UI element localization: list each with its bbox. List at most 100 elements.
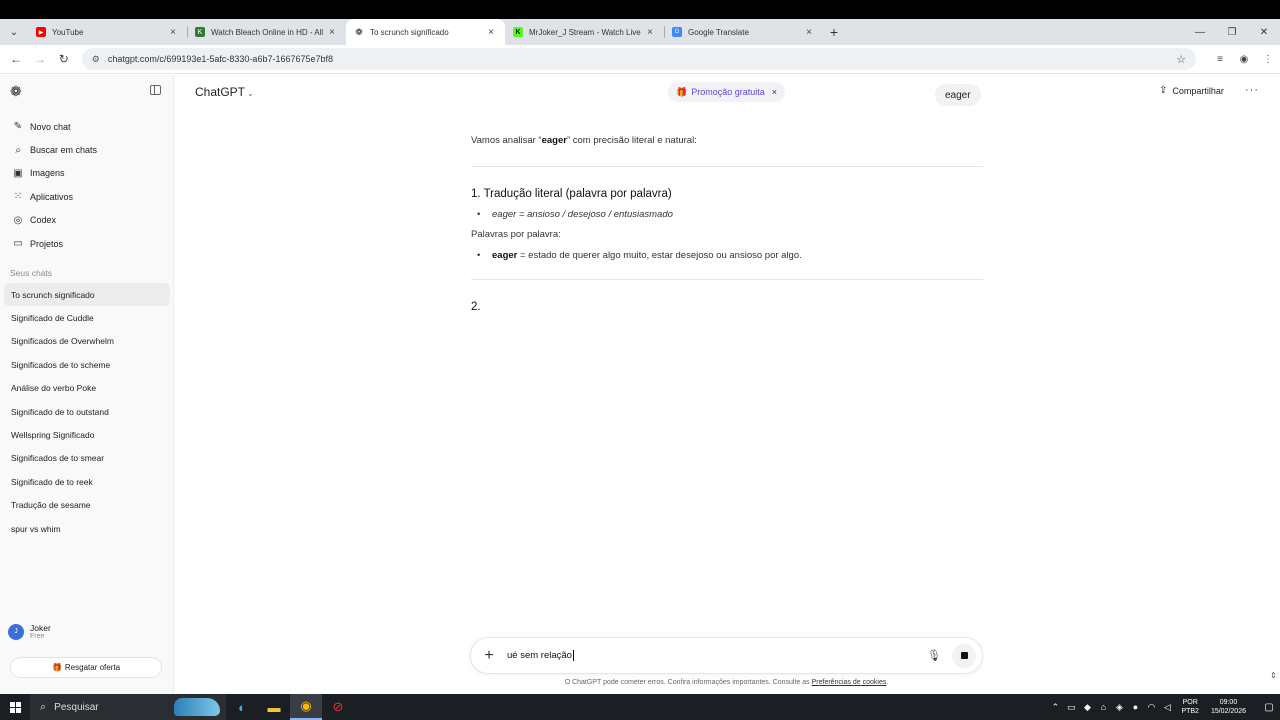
tab-search-button[interactable]: ⌄ [0, 19, 28, 45]
site-info-icon[interactable]: ⚙ [92, 54, 100, 65]
chat-history-item[interactable]: spur vs whim [4, 517, 170, 540]
app-tray-icon[interactable]: ● [1127, 702, 1143, 712]
close-icon[interactable]: × [644, 27, 656, 38]
message-composer: + ué sem relação 🎙 [470, 637, 983, 674]
section-heading-your-chats: Seus chats [10, 268, 53, 278]
file-explorer-icon[interactable]: ▬ [258, 694, 290, 720]
youtube-icon: ▶ [36, 27, 46, 37]
tab-title: YouTube [52, 27, 84, 37]
microphone-icon[interactable]: 🎙 [922, 649, 946, 662]
back-icon[interactable]: ← [4, 52, 28, 66]
display-icon[interactable]: ▭ [1063, 702, 1079, 713]
clock[interactable]: 09:00 15/02/2026 [1211, 698, 1246, 716]
text-caret [572, 649, 574, 661]
redeem-offer-button[interactable]: 🎁 Resgatar oferta [10, 657, 162, 678]
tab-bleach[interactable]: K Watch Bleach Online in HD - All × [187, 19, 346, 45]
sidebar-item-new-chat[interactable]: ✎ Novo chat [4, 115, 170, 138]
clock-date: 15/02/2026 [1210, 708, 1246, 715]
chat-history-item[interactable]: Significados de Overwhelm [4, 330, 170, 353]
sidebar-item-label: Codex [30, 215, 57, 226]
folder-icon: ▭ [13, 238, 23, 250]
chat-history-item[interactable]: Significado de Cuddle [4, 306, 170, 329]
user-plan: Free [30, 633, 45, 640]
close-icon[interactable]: × [772, 87, 777, 97]
top-black-bar [0, 0, 1280, 19]
tab-kick-stream[interactable]: K MrJoker_J Stream - Watch Live × [505, 19, 664, 45]
address-bar-row: ← → ↻ ⚙ chatgpt.com/c/699193e1-5afc-8330… [0, 45, 1280, 74]
input-language-indicator[interactable]: POR PTB2 [1181, 698, 1199, 716]
chat-history-item[interactable]: Significado de to reek [4, 470, 170, 493]
model-selector[interactable]: ChatGPT ⌄ [195, 85, 254, 99]
taskbar-search[interactable]: ⌕ Pesquisar [30, 694, 226, 720]
media-controls-icon[interactable]: ≡ [1208, 54, 1232, 65]
chat-history-item[interactable]: Significados de to scheme [4, 353, 170, 376]
chatgpt-logo-icon[interactable]: ❁ [10, 83, 22, 100]
security-icon[interactable]: ◈ [1111, 702, 1127, 713]
section-heading: 1. Tradução literal (palavra por palavra… [471, 188, 672, 200]
sidebar-item-apps[interactable]: ⁙ Aplicativos [4, 185, 170, 208]
minimize-icon[interactable]: — [1184, 27, 1216, 38]
intro-keyword: eager [541, 135, 567, 146]
list-item: eager = ansioso / desejoso / entusiasmad… [471, 209, 983, 220]
divider [471, 166, 983, 167]
share-button[interactable]: ⇪ Compartilhar [1159, 85, 1224, 96]
reload-icon[interactable]: ↻ [52, 52, 76, 66]
chat-history-item[interactable]: Significado de to outstand [4, 400, 170, 423]
show-hidden-icons-icon[interactable]: ⌃ [1047, 702, 1063, 713]
free-promo-badge[interactable]: 🎁 Promoção gratuita × [668, 82, 786, 102]
avatar: J [8, 623, 24, 640]
close-icon[interactable]: × [803, 27, 815, 38]
volume-icon[interactable]: ◁ [1159, 702, 1175, 713]
disclaimer-text: O ChatGPT pode cometer erros. Confira in… [564, 679, 812, 686]
close-window-icon[interactable]: ✕ [1248, 27, 1280, 38]
kick-icon: K [513, 27, 523, 37]
close-icon[interactable]: × [167, 27, 179, 38]
redeem-offer-label: Resgatar oferta [64, 663, 121, 672]
clock-time: 09:00 [1219, 699, 1238, 706]
sidebar-item-codex[interactable]: ◎ Codex [4, 209, 170, 232]
language-code: POR [1182, 699, 1198, 706]
restore-icon[interactable]: ❐ [1216, 27, 1248, 38]
edge-icon[interactable]: ◐ [226, 694, 258, 720]
chat-history-item[interactable]: To scrunch significado [4, 283, 170, 307]
gift-icon: 🎁 [676, 86, 688, 97]
sidebar-item-search-chats[interactable]: ⌕ Buscar em chats [4, 138, 170, 161]
chrome-icon[interactable]: ◉ [290, 694, 322, 720]
bookmark-star-icon[interactable]: ☆ [1176, 53, 1186, 66]
notifications-icon[interactable]: ▢ [1258, 702, 1280, 713]
system-tray: ⌃ ▭ ◆ ⌂ ◈ ● ◠ ◁ POR PTB2 09:00 15/02/202… [1047, 694, 1280, 720]
nvidia-icon[interactable]: ◆ [1079, 702, 1095, 713]
cookie-preferences-link[interactable]: Preferências de cookies [812, 679, 887, 686]
new-tab-button[interactable]: + [823, 19, 845, 45]
sidebar-item-images[interactable]: ▣ Imagens [4, 162, 170, 185]
wifi-icon[interactable]: ◠ [1143, 702, 1159, 713]
sidebar-item-projects[interactable]: ▭ Projetos [4, 232, 170, 255]
start-button[interactable] [0, 701, 30, 713]
tab-chatgpt[interactable]: ❁ To scrunch significado × [346, 19, 505, 45]
scroll-down-icon[interactable]: ⇕ [1270, 671, 1277, 680]
browser-menu-icon[interactable]: ⋮ [1256, 54, 1280, 65]
chat-history-item[interactable]: Tradução de sesame [4, 494, 170, 517]
tab-youtube[interactable]: ▶ YouTube × [28, 19, 187, 45]
tab-google-translate[interactable]: G Google Translate × [664, 19, 823, 45]
prompt-input[interactable]: ué sem relação [507, 649, 922, 661]
close-icon[interactable]: × [326, 27, 338, 38]
close-icon[interactable]: × [485, 27, 497, 38]
chat-history-item[interactable]: Significados de to smear [4, 447, 170, 470]
network-icon[interactable]: ⌂ [1095, 702, 1111, 712]
chat-history-item[interactable]: Wellspring Significado [4, 423, 170, 446]
sidebar-toggle-icon[interactable] [150, 85, 161, 95]
forward-icon[interactable]: → [28, 52, 52, 66]
chat-history-item[interactable]: Análise do verbo Poke [4, 377, 170, 400]
stop-button[interactable] [952, 643, 976, 668]
disclaimer-end: . [886, 679, 889, 686]
profile-icon[interactable]: ◉ [1232, 54, 1256, 65]
windows-logo-icon [9, 701, 21, 713]
more-options-icon[interactable]: ··· [1245, 84, 1259, 96]
user-account-button[interactable]: J Joker Free [8, 623, 51, 640]
recording-app-icon[interactable]: ⊘ [322, 694, 354, 720]
add-attachment-icon[interactable]: + [471, 647, 507, 665]
url-field[interactable]: ⚙ chatgpt.com/c/699193e1-5afc-8330-a6b7-… [81, 48, 1197, 70]
image-icon: ▣ [13, 167, 23, 179]
definition-term: eager [492, 250, 518, 261]
